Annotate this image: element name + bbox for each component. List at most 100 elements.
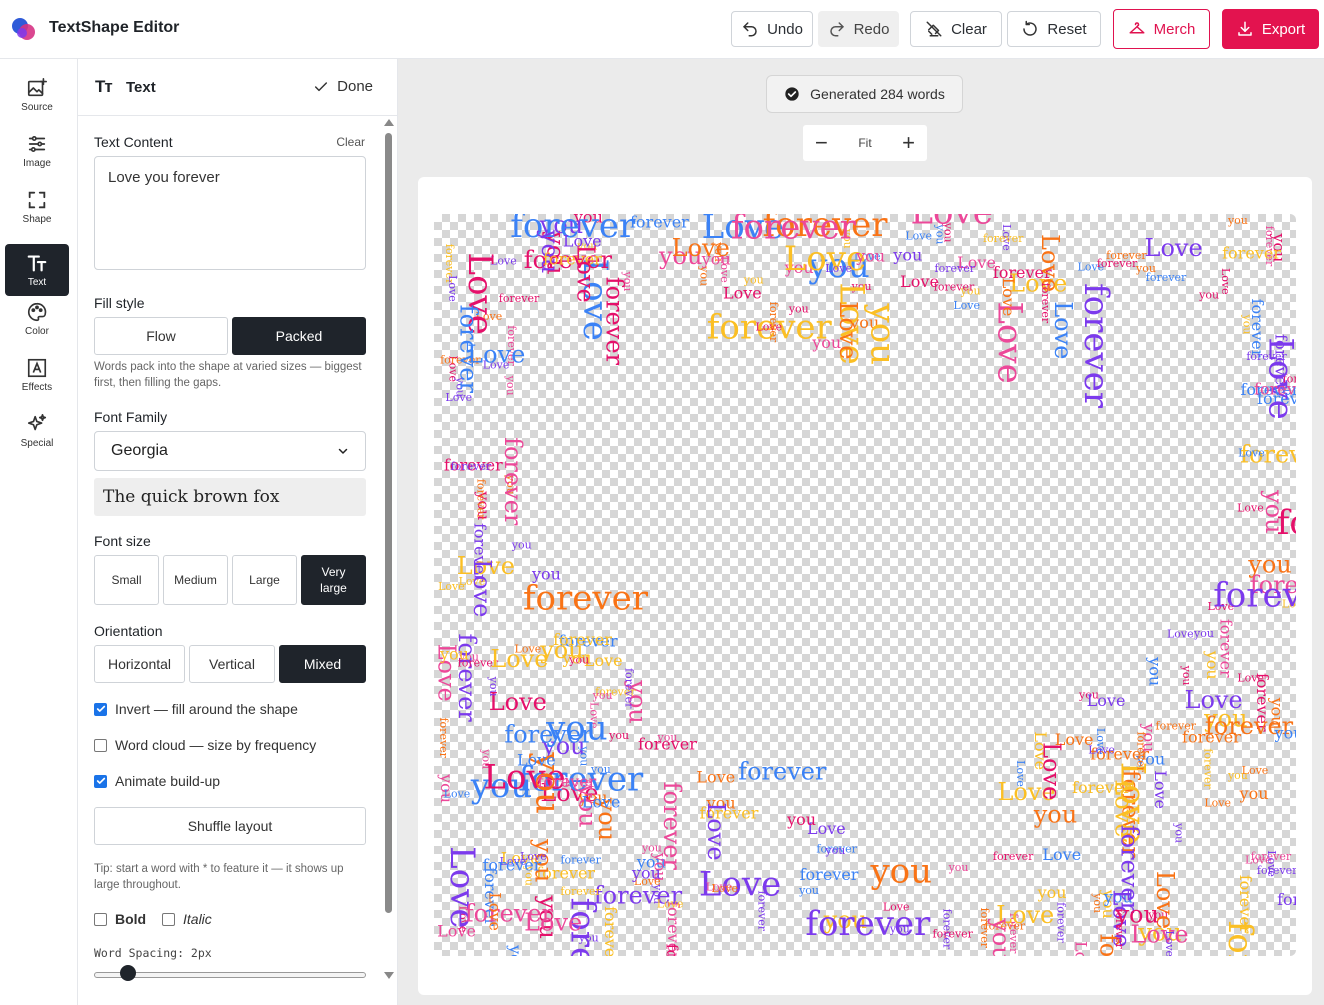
export-button[interactable]: Export [1222, 9, 1319, 49]
rail-item-text[interactable]: Text [5, 244, 69, 296]
rail-item-color[interactable]: Color [5, 293, 69, 345]
word: forever [738, 757, 827, 785]
word: you [1198, 289, 1219, 302]
app-title: TextShape Editor [49, 19, 180, 36]
checkbox-unchecked-icon [94, 912, 107, 926]
font-size-very-large[interactable]: Very large [301, 555, 366, 605]
word: you [889, 922, 910, 935]
merch-button[interactable]: Merch [1113, 9, 1210, 49]
clear-text-link[interactable]: Clear [336, 135, 365, 149]
orientation-mixed[interactable]: Mixed [279, 645, 366, 683]
zoom-in-button[interactable]: + [902, 132, 915, 154]
word: Love [657, 898, 684, 911]
font-family-label: Font Family [94, 409, 168, 425]
word: you [439, 644, 469, 663]
workspace: Generated 284 words − Fit + Love forever L… [398, 59, 1324, 1005]
redo-icon [829, 22, 844, 37]
fill-style-label: Fill style [94, 295, 145, 311]
checkbox-unchecked-icon [94, 738, 107, 752]
word-art-canvas[interactable]: Love forever Love forever you Love you you forev… [434, 214, 1296, 956]
word: forever [1076, 283, 1116, 409]
word: you [506, 944, 525, 956]
orientation-label: Orientation [94, 623, 163, 639]
word: you [1239, 784, 1269, 803]
bold-checkbox[interactable]: Bold [94, 911, 146, 927]
word: Love [1185, 686, 1243, 714]
word: you [798, 884, 819, 897]
invert-label: Invert — fill around the shape [115, 701, 298, 717]
reset-icon [1023, 20, 1038, 36]
scroll-up-arrow-icon[interactable] [384, 119, 394, 126]
fill-style-flow[interactable]: Flow [94, 317, 228, 355]
word: Love [524, 909, 582, 937]
word: Love [718, 256, 731, 283]
font-size-small[interactable]: Small [94, 555, 159, 605]
word: Love [953, 299, 980, 312]
undo-label: Undo [767, 20, 803, 38]
font-family-select[interactable]: Georgia [94, 431, 366, 471]
italic-checkbox[interactable]: Italic [162, 911, 212, 927]
word: forever [454, 305, 482, 394]
word: you [621, 271, 634, 292]
word: forever [756, 891, 769, 932]
rail-item-image[interactable]: Image [5, 125, 69, 177]
reset-button[interactable]: Reset [1007, 11, 1101, 47]
word: you [641, 842, 662, 855]
word-cloud-label: Word cloud — size by frequency [115, 737, 317, 753]
reset-label: Reset [1047, 20, 1087, 38]
checkbox-checked-icon [94, 702, 107, 716]
word: you [1227, 214, 1248, 227]
invert-checkbox[interactable]: Invert — fill around the shape [94, 701, 298, 717]
word: you [504, 375, 517, 396]
zoom-out-button[interactable]: − [815, 132, 828, 154]
undo-button[interactable]: Undo [731, 11, 813, 47]
word: Love [1163, 930, 1176, 956]
word: Love [1167, 628, 1194, 641]
word: forever [1213, 575, 1296, 615]
orientation-vertical[interactable]: Vertical [189, 645, 275, 683]
rail-item-special[interactable]: Special [5, 405, 69, 457]
word: forever [663, 944, 682, 956]
orientation-horizontal[interactable]: Horizontal [94, 645, 185, 683]
font-size-large[interactable]: Large [232, 555, 297, 605]
word: forever [499, 292, 540, 305]
word: Love [1204, 797, 1231, 810]
merch-label: Merch [1153, 20, 1196, 38]
italic-label: Italic [183, 911, 212, 927]
canvas-card: Love forever Love forever you Love you you forev… [418, 177, 1312, 995]
word: forever [622, 668, 635, 709]
word: Love [1219, 268, 1232, 295]
clear-button[interactable]: Clear [910, 11, 1002, 47]
checkbox-unchecked-icon [162, 912, 175, 926]
shuffle-layout-button[interactable]: Shuffle layout [94, 807, 366, 845]
font-size-medium[interactable]: Medium [163, 555, 228, 605]
zoom-fit-button[interactable]: Fit [858, 136, 871, 150]
word: Love [446, 275, 459, 302]
animate-checkbox[interactable]: Animate build-up [94, 773, 220, 789]
word: you [578, 745, 591, 766]
word: Love [582, 793, 621, 812]
redo-button[interactable]: Redo [818, 11, 899, 47]
redo-label: Redo [853, 20, 890, 38]
fill-style-packed[interactable]: Packed [232, 317, 366, 355]
word-spacing-thumb[interactable] [120, 965, 136, 981]
rail-label-shape: Shape [22, 214, 52, 225]
done-button[interactable]: Done [313, 78, 373, 95]
scroll-down-arrow-icon[interactable] [384, 972, 394, 979]
rail-label-special: Special [20, 438, 54, 449]
word: forever [1277, 503, 1296, 543]
word: you [1180, 665, 1193, 686]
panel-scrollbar-thumb[interactable] [385, 133, 392, 913]
word: forever [934, 281, 975, 294]
word: Love [825, 262, 852, 275]
word: you [892, 245, 922, 264]
rail-item-source[interactable]: Source [5, 69, 69, 121]
word: Love [702, 802, 730, 860]
word: forever [1156, 719, 1197, 732]
word: Love [1265, 850, 1278, 877]
rail-item-effects[interactable]: Effects [5, 349, 69, 401]
word-cloud-checkbox[interactable]: Word cloud — size by frequency [94, 737, 316, 753]
word: Love [711, 882, 738, 895]
text-content-input[interactable]: Love you forever [94, 156, 366, 270]
rail-item-shape[interactable]: Shape [5, 181, 69, 233]
